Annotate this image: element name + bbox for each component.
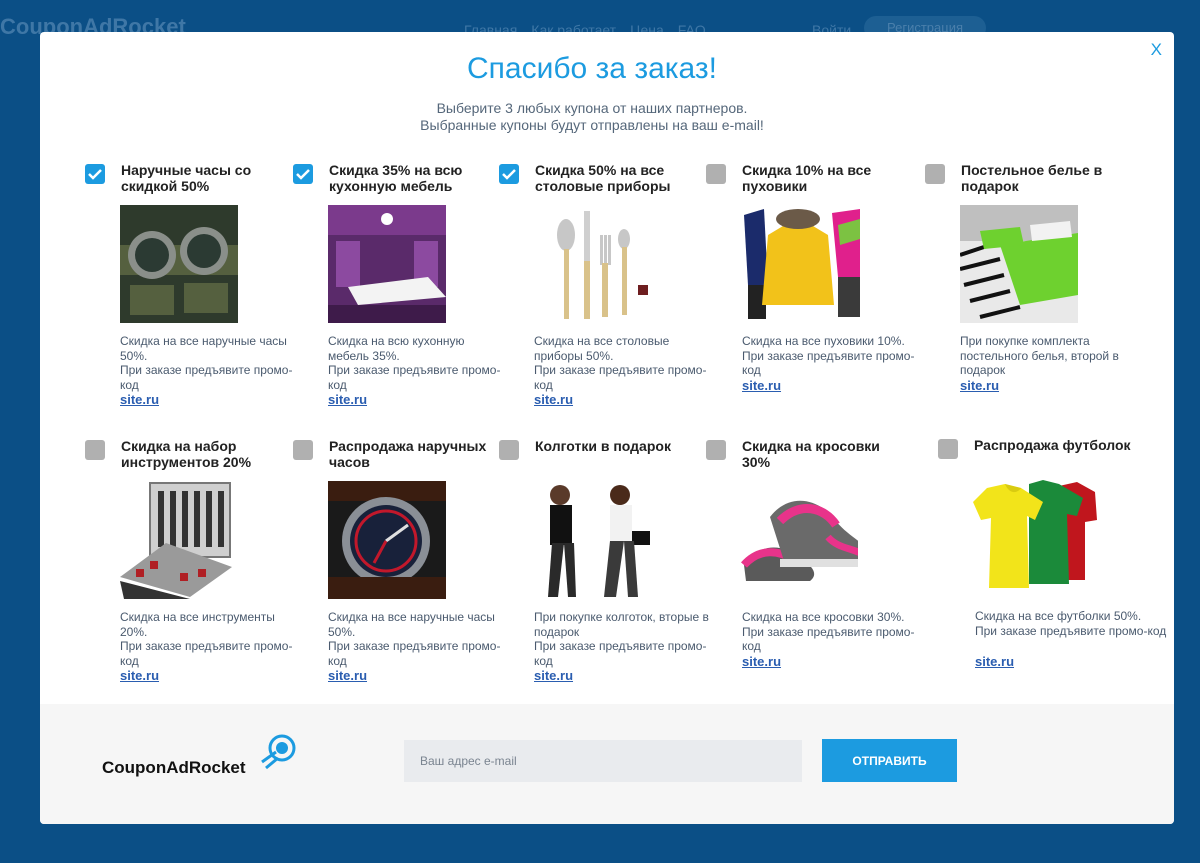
- coupon-title: Скидка на набор инструментов 20%: [121, 438, 252, 470]
- coupon-checkbox[interactable]: [706, 440, 726, 460]
- coupon-link[interactable]: site.ru: [328, 392, 367, 407]
- coupon-description: Скидка на все столовые приборы 50%. При …: [534, 334, 714, 392]
- coupon-link[interactable]: site.ru: [742, 378, 781, 393]
- subtitle-line: Выбранные купоны будут отправлены на ваш…: [420, 117, 764, 133]
- description-line: При заказе предъявите промо-код: [328, 363, 501, 392]
- coupon-link[interactable]: site.ru: [328, 668, 367, 683]
- description-line: Скидка на все кросовки 30%.: [742, 610, 905, 624]
- description-line: При заказе предъявите промо-код: [975, 623, 1167, 638]
- coupon-link[interactable]: site.ru: [534, 668, 573, 683]
- tights-photo: [534, 481, 652, 599]
- coupon-title: Скидка на кросовки 30%: [742, 438, 880, 470]
- description-line: Скидка на все пуховики 10%.: [742, 334, 905, 348]
- footer-logo: CouponAdRocket: [102, 758, 246, 777]
- coupon-checkbox[interactable]: [938, 439, 958, 459]
- description-line: При заказе предъявите промо-код: [120, 363, 293, 392]
- coupon-title: Скидка 10% на все пуховики: [742, 162, 872, 194]
- bedding-photo: [960, 205, 1078, 323]
- description-line: При заказе предъявите промо-код: [742, 348, 915, 378]
- coupon-title: Распродажа наручных часов: [329, 438, 487, 470]
- coupon-description: Скидка на все кросовки 30%. При заказе п…: [742, 610, 922, 654]
- description-line: Скидка на все инструменты 20%.: [120, 610, 275, 639]
- coupon-link[interactable]: site.ru: [534, 392, 573, 407]
- coupon-modal: X Спасибо за заказ! Выберите 3 любых куп…: [40, 32, 1174, 824]
- coupon-description: Скидка на все инструменты 20%. При заказ…: [120, 610, 300, 668]
- cutlery-photo: [534, 205, 652, 323]
- description-line: При заказе предъявите промо-код: [534, 363, 707, 392]
- subtitle-line: Выберите 3 любых купона от наших партнер…: [436, 100, 748, 116]
- coupon-description: Скидка на все пуховики 10%. При заказе п…: [742, 334, 922, 378]
- description-line: При заказе предъявите промо-код: [742, 624, 915, 654]
- modal-subtitle: Выберите 3 любых купона от наших партнер…: [40, 100, 1144, 134]
- coupon-title: Скидка 35% на всю кухонную мебель: [329, 162, 463, 194]
- jackets-photo: [742, 205, 860, 323]
- coupon-description: Скидка на все наручные часы 50%. При зак…: [120, 334, 300, 392]
- wristwatch-photo: [328, 481, 446, 599]
- kitchen-photo: [328, 205, 446, 323]
- description-line: При заказе предъявите промо-код: [120, 639, 293, 668]
- coupon-description: При покупке комплекта постельного белья,…: [960, 334, 1140, 378]
- coupon-title: Наручные часы со скидкой 50%: [121, 162, 252, 194]
- coupon-checkbox[interactable]: [706, 164, 726, 184]
- coupon-description: Скидка на все наручные часы 50%. При зак…: [328, 610, 508, 668]
- coupon-description: Скидка на все футболки 50%. При заказе п…: [975, 609, 1174, 638]
- description-line: Скидка на всю кухонную мебель 35%.: [328, 334, 465, 363]
- sneakers-photo: [740, 481, 858, 599]
- send-button[interactable]: ОТПРАВИТЬ: [822, 739, 957, 782]
- tools-photo: [120, 481, 238, 599]
- coupon-checkbox[interactable]: [85, 440, 105, 460]
- coupon-checkbox[interactable]: [499, 440, 519, 460]
- coupon-link[interactable]: site.ru: [120, 392, 159, 407]
- checkmark-icon: [88, 169, 102, 180]
- description-line: При заказе предъявите промо-код: [534, 639, 707, 668]
- coupon-title: Скидка 50% на все столовые приборы: [535, 162, 671, 194]
- description-line: При покупке комплекта постельного белья,…: [960, 334, 1119, 377]
- watch-photo: [120, 205, 238, 323]
- coupon-title: Колготки в подарок: [535, 438, 671, 454]
- tshirts-photo: [973, 480, 1097, 598]
- description-line: При заказе предъявите промо-код: [328, 639, 501, 668]
- description-line: Скидка на все наручные часы 50%.: [328, 610, 495, 639]
- modal-title: Спасибо за заказ!: [467, 52, 717, 85]
- close-button[interactable]: X: [1151, 40, 1162, 60]
- coupon-link[interactable]: site.ru: [742, 654, 781, 669]
- coupon-checkbox[interactable]: [85, 164, 105, 184]
- description-line: Скидка на все столовые приборы 50%.: [534, 334, 670, 363]
- coupon-checkbox[interactable]: [293, 164, 313, 184]
- coupon-checkbox[interactable]: [925, 164, 945, 184]
- coupon-checkbox[interactable]: [499, 164, 519, 184]
- coupon-link[interactable]: site.ru: [975, 654, 1014, 669]
- description-line: Скидка на все наручные часы 50%.: [120, 334, 287, 363]
- coupon-link[interactable]: site.ru: [960, 378, 999, 393]
- coupon-title: Распродажа футболок: [974, 437, 1131, 453]
- description-line: При покупке колготок, вторые в подарок: [534, 610, 709, 639]
- modal-footer: CouponAdRocket ОТПРАВИТЬ: [40, 704, 1174, 824]
- coupon-link[interactable]: site.ru: [120, 668, 159, 683]
- rocket-icon: [261, 734, 296, 770]
- checkmark-icon: [296, 169, 310, 180]
- coupon-description: Скидка на всю кухонную мебель 35%. При з…: [328, 334, 508, 392]
- email-input[interactable]: [404, 740, 802, 782]
- description-line: Скидка на все футболки 50%.: [975, 609, 1142, 623]
- coupon-checkbox[interactable]: [293, 440, 313, 460]
- checkmark-icon: [502, 169, 516, 180]
- coupon-description: При покупке колготок, вторые в подарок П…: [534, 610, 714, 668]
- coupon-title: Постельное белье в подарок: [961, 162, 1103, 194]
